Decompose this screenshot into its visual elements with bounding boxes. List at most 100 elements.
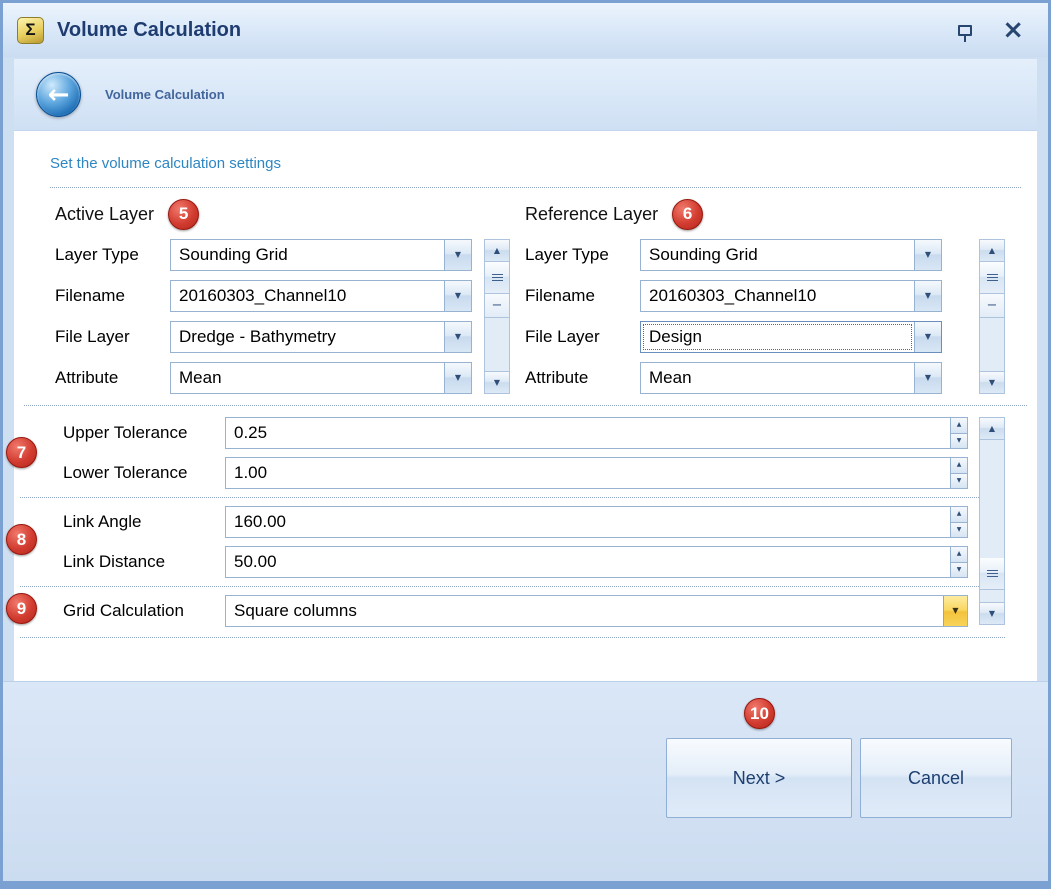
- arrow-up-icon: ▲: [957, 511, 962, 517]
- upper-tolerance-input[interactable]: 0.25 ▲ ▼: [225, 417, 968, 449]
- input-value[interactable]: 1.00: [226, 458, 950, 488]
- titlebar-controls: ×: [958, 17, 1034, 43]
- grid-calculation-combo[interactable]: Square columns ▼: [225, 595, 968, 627]
- combo-value[interactable]: Square columns: [226, 596, 943, 626]
- reference-file-layer-combo[interactable]: Design ▼: [640, 321, 942, 353]
- scroll-track[interactable]: [980, 440, 1004, 558]
- link-distance-input[interactable]: 50.00 ▲ ▼: [225, 546, 968, 578]
- active-attribute-row: Attribute Mean ▼: [55, 362, 472, 394]
- arrow-up-icon: ▲: [957, 551, 962, 557]
- reference-filename-row: Filename 20160303_Channel10 ▼: [525, 280, 942, 312]
- reference-attribute-row: Attribute Mean ▼: [525, 362, 942, 394]
- combo-value[interactable]: Sounding Grid: [171, 240, 444, 270]
- scroll-track[interactable]: [980, 590, 1004, 602]
- reference-file-layer-row: File Layer Design ▼: [525, 321, 942, 353]
- wizard-page: ← Volume Calculation Set the volume calc…: [14, 59, 1037, 681]
- active-layer-type-row: Layer Type Sounding Grid ▼: [55, 239, 472, 271]
- wizard-header-label: Volume Calculation: [105, 87, 225, 102]
- field-label: File Layer: [525, 327, 640, 347]
- spin-up-button[interactable]: ▲: [951, 418, 967, 434]
- combo-value[interactable]: 20160303_Channel10: [171, 281, 444, 311]
- spin-down-button[interactable]: ▼: [951, 434, 967, 449]
- active-file-layer-combo[interactable]: Dredge - Bathymetry ▼: [170, 321, 472, 353]
- scroll-track[interactable]: [485, 318, 509, 371]
- arrow-down-icon: ▼: [957, 567, 962, 573]
- spin-down-button[interactable]: ▼: [951, 474, 967, 489]
- spin-up-button[interactable]: ▲: [951, 507, 967, 523]
- dropdown-button[interactable]: ▼: [444, 240, 471, 270]
- scroll-down-button[interactable]: ▼: [980, 602, 1004, 624]
- scroll-down-button[interactable]: ▼: [980, 371, 1004, 393]
- active-filename-combo[interactable]: 20160303_Channel10 ▼: [170, 280, 472, 312]
- input-value[interactable]: 0.25: [226, 418, 950, 448]
- dropdown-button[interactable]: ▼: [914, 322, 941, 352]
- next-button[interactable]: Next >: [666, 738, 852, 818]
- scroll-thumb[interactable]: [485, 262, 509, 294]
- arrow-down-icon: ▼: [957, 478, 962, 484]
- field-label: Link Distance: [63, 552, 225, 572]
- back-button[interactable]: ←: [36, 72, 81, 117]
- spin-down-button[interactable]: ▼: [951, 523, 967, 538]
- combo-value[interactable]: Sounding Grid: [641, 240, 914, 270]
- reference-layer-header: Reference Layer 6: [525, 197, 942, 231]
- dropdown-button[interactable]: ▼: [444, 322, 471, 352]
- dropdown-button[interactable]: ▼: [914, 240, 941, 270]
- arrow-down-icon: ▼: [989, 610, 995, 618]
- separator: [20, 637, 1005, 638]
- separator: [50, 187, 1021, 188]
- combo-value[interactable]: Design: [641, 322, 914, 352]
- dropdown-button[interactable]: ▼: [444, 363, 471, 393]
- field-label: Attribute: [525, 368, 640, 388]
- field-label: Grid Calculation: [63, 601, 225, 621]
- scroll-track[interactable]: [980, 318, 1004, 371]
- pin-icon[interactable]: [958, 25, 972, 36]
- scroll-collapse-button[interactable]: −: [485, 294, 509, 318]
- grip-icon: [987, 274, 998, 281]
- scroll-up-button[interactable]: ▲: [980, 418, 1004, 440]
- reference-filename-combo[interactable]: 20160303_Channel10 ▼: [640, 280, 942, 312]
- chevron-down-icon: ▼: [925, 333, 931, 341]
- active-layer-title: Active Layer: [55, 204, 154, 225]
- active-layer-type-combo[interactable]: Sounding Grid ▼: [170, 239, 472, 271]
- dropdown-button[interactable]: ▼: [914, 281, 941, 311]
- spin-up-button[interactable]: ▲: [951, 547, 967, 563]
- reference-attribute-combo[interactable]: Mean ▼: [640, 362, 942, 394]
- layer-groups: Active Layer 5 Layer Type Sounding Grid …: [55, 197, 1005, 394]
- scroll-down-button[interactable]: ▼: [485, 371, 509, 393]
- close-icon[interactable]: ×: [1002, 17, 1024, 43]
- combo-value[interactable]: Mean: [171, 363, 444, 393]
- dropdown-button[interactable]: ▼: [444, 281, 471, 311]
- back-arrow-icon: ←: [48, 80, 70, 110]
- titlebar: Σ Volume Calculation ×: [3, 3, 1048, 57]
- link-distance-row: Link Distance 50.00 ▲ ▼: [63, 546, 968, 578]
- arrow-up-icon: ▲: [989, 247, 995, 255]
- reference-layer-scrollbar[interactable]: ▲ − ▼: [979, 239, 1005, 394]
- separator: [20, 586, 1005, 587]
- parameters-scrollbar[interactable]: ▲ ▼: [979, 417, 1005, 625]
- combo-value[interactable]: Dredge - Bathymetry: [171, 322, 444, 352]
- active-attribute-combo[interactable]: Mean ▼: [170, 362, 472, 394]
- reference-layer-type-combo[interactable]: Sounding Grid ▼: [640, 239, 942, 271]
- field-label: Attribute: [55, 368, 170, 388]
- spin-down-button[interactable]: ▼: [951, 563, 967, 578]
- scroll-up-button[interactable]: ▲: [980, 240, 1004, 262]
- combo-value[interactable]: 20160303_Channel10: [641, 281, 914, 311]
- combo-value[interactable]: Mean: [641, 363, 914, 393]
- window-title: Volume Calculation: [57, 19, 241, 42]
- dropdown-button[interactable]: ▼: [914, 363, 941, 393]
- footer: 10 Next > Cancel: [3, 681, 1048, 881]
- spin-up-button[interactable]: ▲: [951, 458, 967, 474]
- input-value[interactable]: 160.00: [226, 507, 950, 537]
- scroll-up-button[interactable]: ▲: [485, 240, 509, 262]
- dropdown-button[interactable]: ▼: [943, 596, 967, 626]
- scroll-thumb[interactable]: [980, 558, 1004, 590]
- lower-tolerance-input[interactable]: 1.00 ▲ ▼: [225, 457, 968, 489]
- chevron-down-icon: ▼: [455, 333, 461, 341]
- scroll-collapse-button[interactable]: −: [980, 294, 1004, 318]
- scroll-thumb[interactable]: [980, 262, 1004, 294]
- input-value[interactable]: 50.00: [226, 547, 950, 577]
- active-layer-scrollbar[interactable]: ▲ − ▼: [484, 239, 510, 394]
- link-angle-input[interactable]: 160.00 ▲ ▼: [225, 506, 968, 538]
- cancel-button[interactable]: Cancel: [860, 738, 1012, 818]
- field-label: Filename: [525, 286, 640, 306]
